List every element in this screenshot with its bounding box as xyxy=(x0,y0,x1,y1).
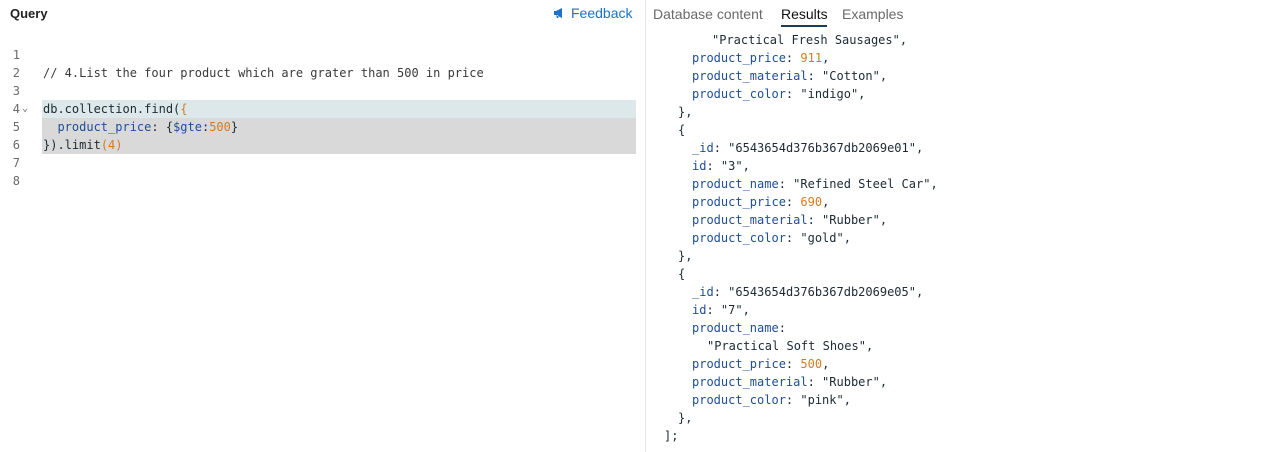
result-value: "Refined Steel Car" xyxy=(793,177,931,191)
line-number: 6 xyxy=(12,138,20,152)
result-value: "Practical Soft Shoes" xyxy=(707,339,866,353)
code-token: $gte xyxy=(173,120,202,134)
result-line: { xyxy=(678,123,686,137)
result-value: 690 xyxy=(800,195,823,209)
result-key: product_color xyxy=(692,393,786,407)
active-tab-indicator xyxy=(781,25,827,27)
result-key: product_name xyxy=(692,321,779,335)
result-key: _id xyxy=(692,141,714,155)
result-key: product_material xyxy=(692,375,808,389)
result-value: "Cotton" xyxy=(822,69,880,83)
result-value: "6543654d376b367db2069e05" xyxy=(728,285,916,299)
result-line: "Practical Fresh Sausages", xyxy=(712,33,908,47)
result-key: product_material xyxy=(692,69,808,83)
result-value: "pink" xyxy=(800,393,844,407)
code-token: ).limit xyxy=(50,138,101,152)
line-number: 8 xyxy=(12,174,20,188)
result-line: { xyxy=(678,267,686,281)
result-line: }, xyxy=(678,249,693,263)
code-token: } xyxy=(230,120,239,134)
result-value: "3" xyxy=(720,159,743,173)
result-line: }, xyxy=(678,411,693,425)
query-title: Query xyxy=(10,6,48,21)
result-key: product_name xyxy=(692,177,779,191)
result-value: "6543654d376b367db2069e01" xyxy=(728,141,916,155)
result-key: product_material xyxy=(692,213,808,227)
tab-examples[interactable]: Examples xyxy=(842,6,903,22)
line-number: 7 xyxy=(12,156,20,170)
feedback-label: Feedback xyxy=(571,5,633,21)
result-key: id xyxy=(692,303,707,317)
code-token: { xyxy=(180,102,188,116)
query-panel: Query Feedback 1 2 // 4.List the four pro… xyxy=(0,0,645,452)
code-token: db.collection.find( xyxy=(43,102,181,116)
line-number: 1 xyxy=(12,48,20,62)
result-key: product_price xyxy=(692,357,786,371)
result-value: "7" xyxy=(720,303,743,317)
result-line: }, xyxy=(678,105,693,119)
code-token: 500 xyxy=(209,120,231,134)
results-panel: Database content Results Examples "Pract… xyxy=(645,0,1284,452)
results-output: "Practical Fresh Sausages", product_pric… xyxy=(664,33,938,443)
code-editor[interactable]: 1 2 // 4.List the four product which are … xyxy=(0,44,640,204)
tab-database-content[interactable]: Database content xyxy=(653,6,763,22)
fold-chevron-icon[interactable]: ⌄ xyxy=(22,100,32,118)
code-comment: // 4.List the four product which are gra… xyxy=(43,66,484,80)
tab-results[interactable]: Results xyxy=(781,6,828,22)
result-key: _id xyxy=(692,285,714,299)
feedback-button[interactable]: Feedback xyxy=(553,5,632,21)
code-token: (4) xyxy=(100,138,123,152)
result-key: id xyxy=(692,159,707,173)
result-line: ]; xyxy=(664,429,679,443)
code-token: product_price xyxy=(57,120,152,134)
result-value: "gold" xyxy=(800,231,844,245)
code-token: : { xyxy=(151,120,174,134)
line-number: 4 xyxy=(12,102,20,116)
result-key: product_color xyxy=(692,87,786,101)
result-value: 911 xyxy=(800,51,823,65)
result-value: 500 xyxy=(800,357,823,371)
result-value: "Rubber" xyxy=(822,375,880,389)
result-value: "Rubber" xyxy=(822,213,880,227)
result-tabs: Database content Results Examples xyxy=(646,0,1284,28)
megaphone-icon xyxy=(554,8,562,18)
result-key: product_color xyxy=(692,231,786,245)
result-value: "indigo" xyxy=(800,87,859,101)
result-key: product_price xyxy=(692,51,786,65)
line-number: 5 xyxy=(12,120,20,134)
result-key: product_price xyxy=(692,195,786,209)
line-number: 3 xyxy=(12,84,20,98)
line-number: 2 xyxy=(12,66,20,80)
